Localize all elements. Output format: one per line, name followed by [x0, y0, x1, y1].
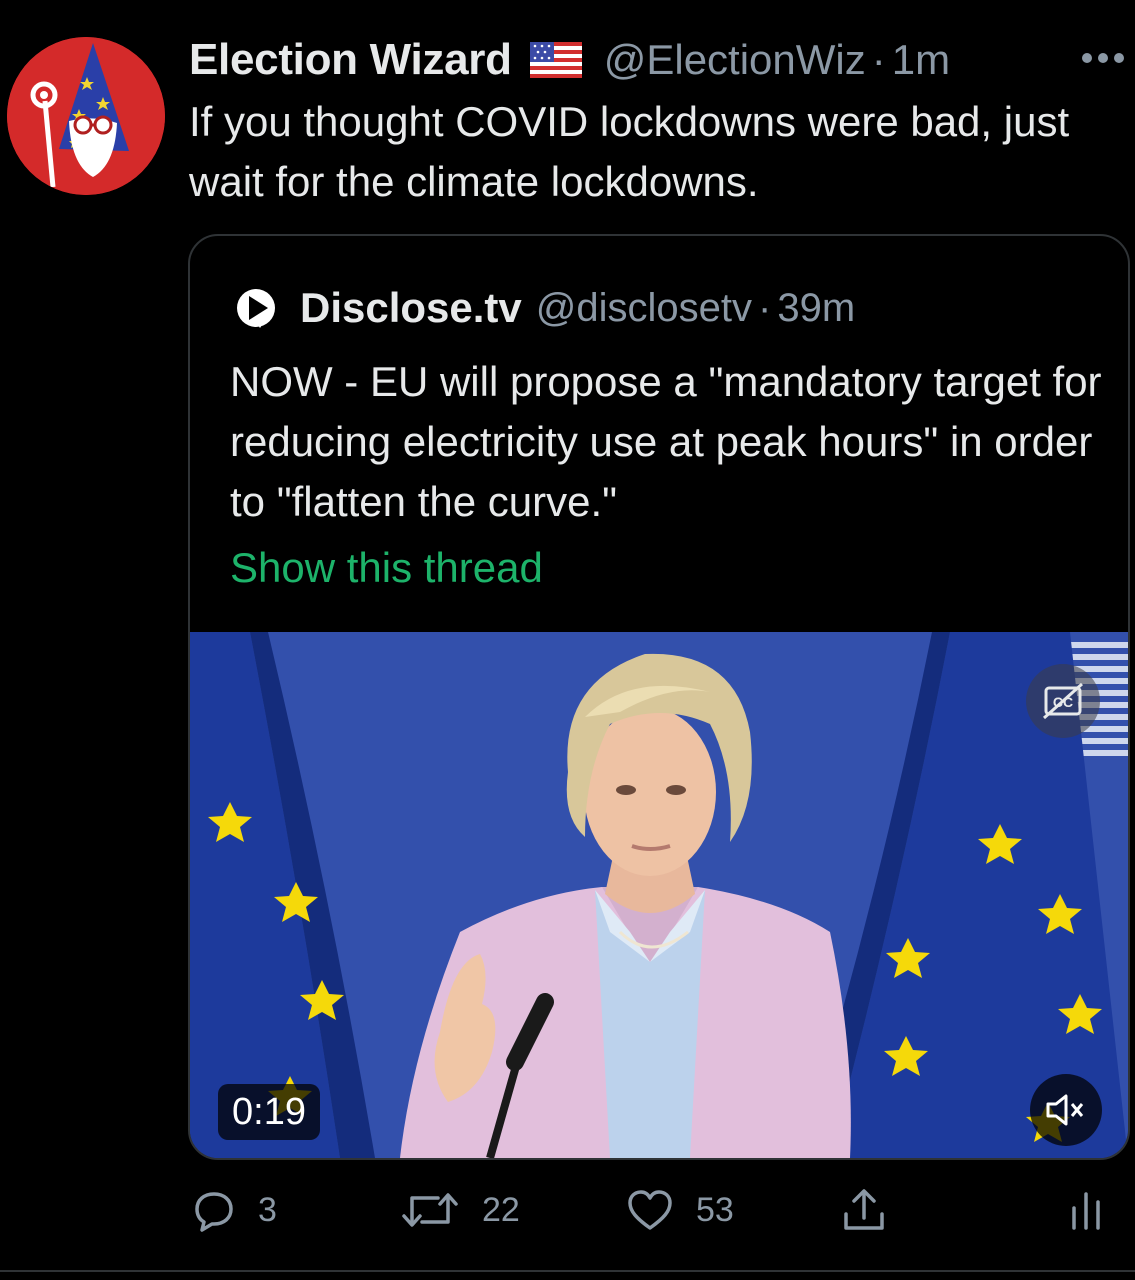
tweet-actions: 3 22 53 [188, 1180, 1128, 1240]
show-thread-link[interactable]: Show this thread [230, 544, 543, 592]
tweet-divider [0, 1270, 1135, 1272]
tweet-header: Election Wizard @ElectionWiz · 1m [189, 30, 950, 90]
like-button[interactable]: 53 [626, 1180, 734, 1240]
video-frame [190, 632, 1128, 1158]
reply-count: 3 [258, 1190, 277, 1229]
quote-timestamp[interactable]: 39m [777, 286, 855, 331]
us-flag-icon [529, 42, 582, 78]
video-player[interactable]: CC 0:19 [190, 632, 1128, 1158]
heart-icon [628, 1190, 672, 1230]
author-display-name[interactable]: Election Wizard [189, 35, 512, 85]
retweet-button[interactable]: 22 [400, 1180, 520, 1240]
muted-speaker-icon[interactable] [1030, 1074, 1102, 1146]
tweet-timestamp[interactable]: 1m [892, 36, 950, 84]
quote-handle[interactable]: @disclosetv [536, 286, 752, 331]
analytics-button[interactable] [1068, 1180, 1104, 1240]
retweet-icon [402, 1193, 458, 1227]
quote-display-name[interactable]: Disclose.tv [300, 284, 522, 332]
reply-icon [195, 1192, 233, 1232]
like-count: 53 [696, 1190, 734, 1229]
closed-captions-icon[interactable]: CC [1026, 664, 1100, 738]
quote-text: NOW - EU will propose a "mandatory targe… [230, 358, 1102, 525]
tweet-text: If you thought COVID lockdowns were bad,… [189, 98, 1070, 205]
share-button[interactable] [840, 1180, 888, 1240]
more-horizontal-icon[interactable] [1080, 50, 1126, 66]
retweet-count: 22 [482, 1190, 520, 1229]
quoted-tweet[interactable]: Disclose.tv @disclosetv · 39m NOW - EU w… [188, 234, 1130, 1160]
separator-dot: · [871, 36, 886, 83]
author-handle[interactable]: @ElectionWiz [604, 36, 866, 84]
disclose-logo-icon [234, 286, 278, 330]
separator-dot: · [758, 285, 772, 330]
share-icon [844, 1189, 884, 1230]
video-duration-badge: 0:19 [218, 1084, 320, 1140]
tweet[interactable]: Election Wizard @ElectionWiz · 1m If you… [0, 0, 1135, 1280]
reply-button[interactable]: 3 [192, 1180, 277, 1240]
quote-header: Disclose.tv @disclosetv · 39m [234, 280, 855, 336]
wizard-avatar-icon[interactable] [7, 37, 165, 195]
analytics-icon [1072, 1192, 1100, 1230]
